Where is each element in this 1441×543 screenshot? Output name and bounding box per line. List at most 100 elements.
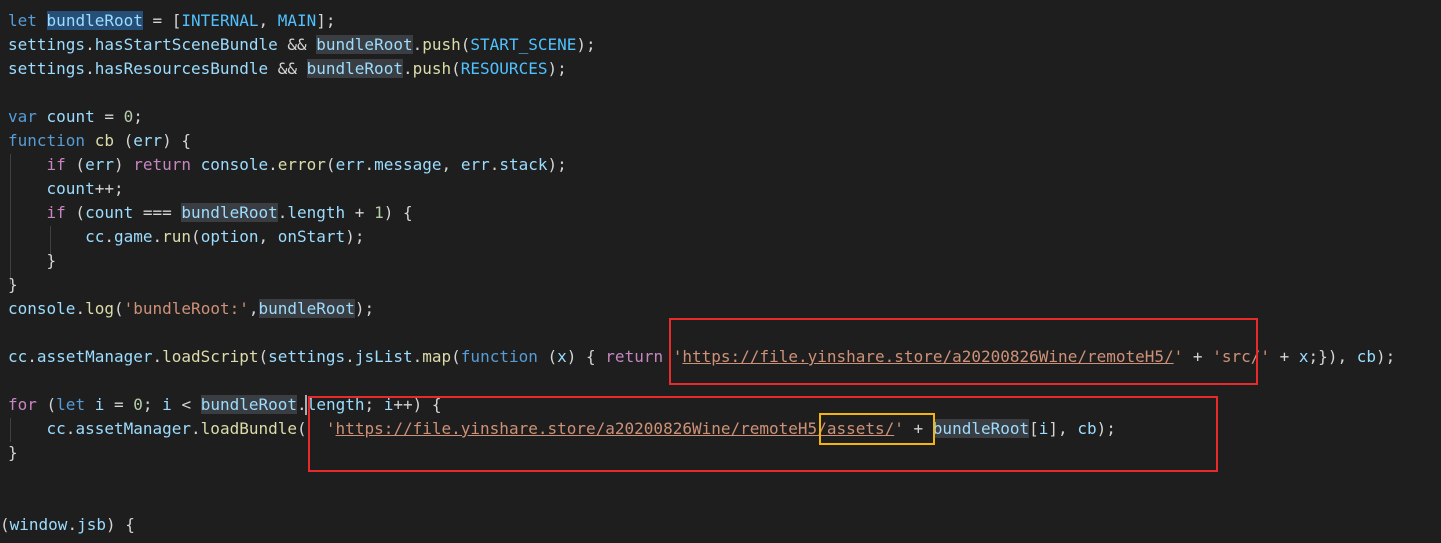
token: message: [374, 155, 442, 174]
token: settings: [8, 59, 86, 78]
token: return: [605, 347, 664, 366]
code-line-19[interactable]: }: [0, 441, 18, 465]
token: if: [46, 155, 66, 174]
code-line-13[interactable]: console.log('bundleRoot:',bundleRoot);: [0, 297, 374, 321]
token: .: [27, 347, 37, 366]
token: return: [133, 155, 192, 174]
token: .: [152, 347, 163, 366]
token: ) {: [162, 131, 192, 150]
token: ===: [133, 203, 182, 222]
token: ,: [248, 299, 259, 318]
token: +: [1270, 347, 1299, 366]
token: (: [0, 515, 10, 534]
token: .: [191, 419, 201, 438]
token: i: [94, 395, 105, 414]
token: (: [537, 347, 558, 366]
annotation-box-loadscript-url: [669, 318, 1258, 385]
token: INTERNAL: [181, 11, 259, 30]
token: ): [113, 155, 134, 174]
token: onStart: [277, 227, 346, 246]
token: .: [412, 347, 423, 366]
token: hasResourcesBundle: [94, 59, 269, 78]
token: settings: [268, 347, 346, 366]
code-line-1[interactable]: let bundleRoot = [INTERNAL, MAIN];: [0, 9, 336, 33]
token: 1: [374, 203, 384, 222]
token: push: [412, 59, 452, 78]
token: jsList: [354, 347, 413, 366]
token: let: [56, 395, 86, 414]
code-line-5[interactable]: var count = 0;: [0, 105, 143, 129]
token-highlight: bundleRoot: [306, 59, 403, 78]
code-line-3[interactable]: settings.hasResourcesBundle && bundleRoo…: [0, 57, 567, 81]
token: );: [354, 299, 375, 318]
token: settings: [8, 35, 86, 54]
token: error: [277, 155, 326, 174]
token-highlight: bundleRoot: [258, 299, 355, 318]
token: 0: [123, 107, 134, 126]
token: =: [104, 395, 134, 414]
token: .: [345, 347, 355, 366]
token: map: [422, 347, 452, 366]
token: game: [113, 227, 153, 246]
code-editor[interactable]: let bundleRoot = [INTERNAL, MAIN]; setti…: [0, 0, 1441, 543]
code-line-9[interactable]: if (count === bundleRoot.length + 1) {: [0, 201, 413, 225]
token: ++;: [94, 179, 124, 198]
token: x: [1298, 347, 1309, 366]
token: ) {: [566, 347, 606, 366]
token-highlight: bundleRoot: [200, 395, 298, 414]
token: hasStartSceneBundle: [94, 35, 278, 54]
annotation-box-loadbundle-url: [308, 396, 1218, 472]
token: err: [460, 155, 490, 174]
token: ) {: [383, 203, 413, 222]
token: .: [85, 59, 95, 78]
text-cursor: [305, 395, 307, 415]
token: function: [8, 131, 86, 150]
code-line-10[interactable]: cc.game.run(option, onStart);: [0, 225, 364, 249]
token: .: [268, 155, 278, 174]
code-line-8[interactable]: count++;: [0, 177, 124, 201]
code-line-22[interactable]: (window.jsb) {: [0, 513, 135, 537]
token: ,: [258, 227, 278, 246]
token: assetManager: [75, 419, 192, 438]
code-line-7[interactable]: if (err) return console.error(err.messag…: [0, 153, 567, 177]
code-line-11[interactable]: }: [0, 249, 57, 273]
token: .: [412, 35, 423, 54]
token: );: [547, 59, 567, 78]
code-line-12[interactable]: }: [0, 273, 18, 297]
token: var: [8, 107, 37, 126]
token: stack: [499, 155, 548, 174]
token: .: [402, 59, 413, 78]
token: function: [460, 347, 538, 366]
token: .: [152, 227, 163, 246]
token: (: [113, 131, 134, 150]
token: (: [451, 59, 461, 78]
token: (: [451, 347, 461, 366]
token: log: [85, 299, 114, 318]
token: cc: [46, 419, 66, 438]
token: .: [489, 155, 500, 174]
token: .: [65, 419, 76, 438]
token: START_SCENE: [470, 35, 577, 54]
code-line-2[interactable]: settings.hasStartSceneBundle && bundleRo…: [0, 33, 596, 57]
token: loadScript: [162, 347, 259, 366]
token: loadBundle: [200, 419, 297, 438]
token: cb: [1356, 347, 1376, 366]
token: ,: [258, 11, 278, 30]
token: );: [345, 227, 365, 246]
token: = [: [142, 11, 182, 30]
token: (: [36, 395, 57, 414]
token: );: [1375, 347, 1396, 366]
code-line-6[interactable]: function cb (err) {: [0, 129, 191, 153]
token: count: [46, 179, 95, 198]
token-selected: bundleRoot: [46, 11, 143, 30]
token: ;: [142, 395, 163, 414]
token: MAIN: [277, 11, 317, 30]
